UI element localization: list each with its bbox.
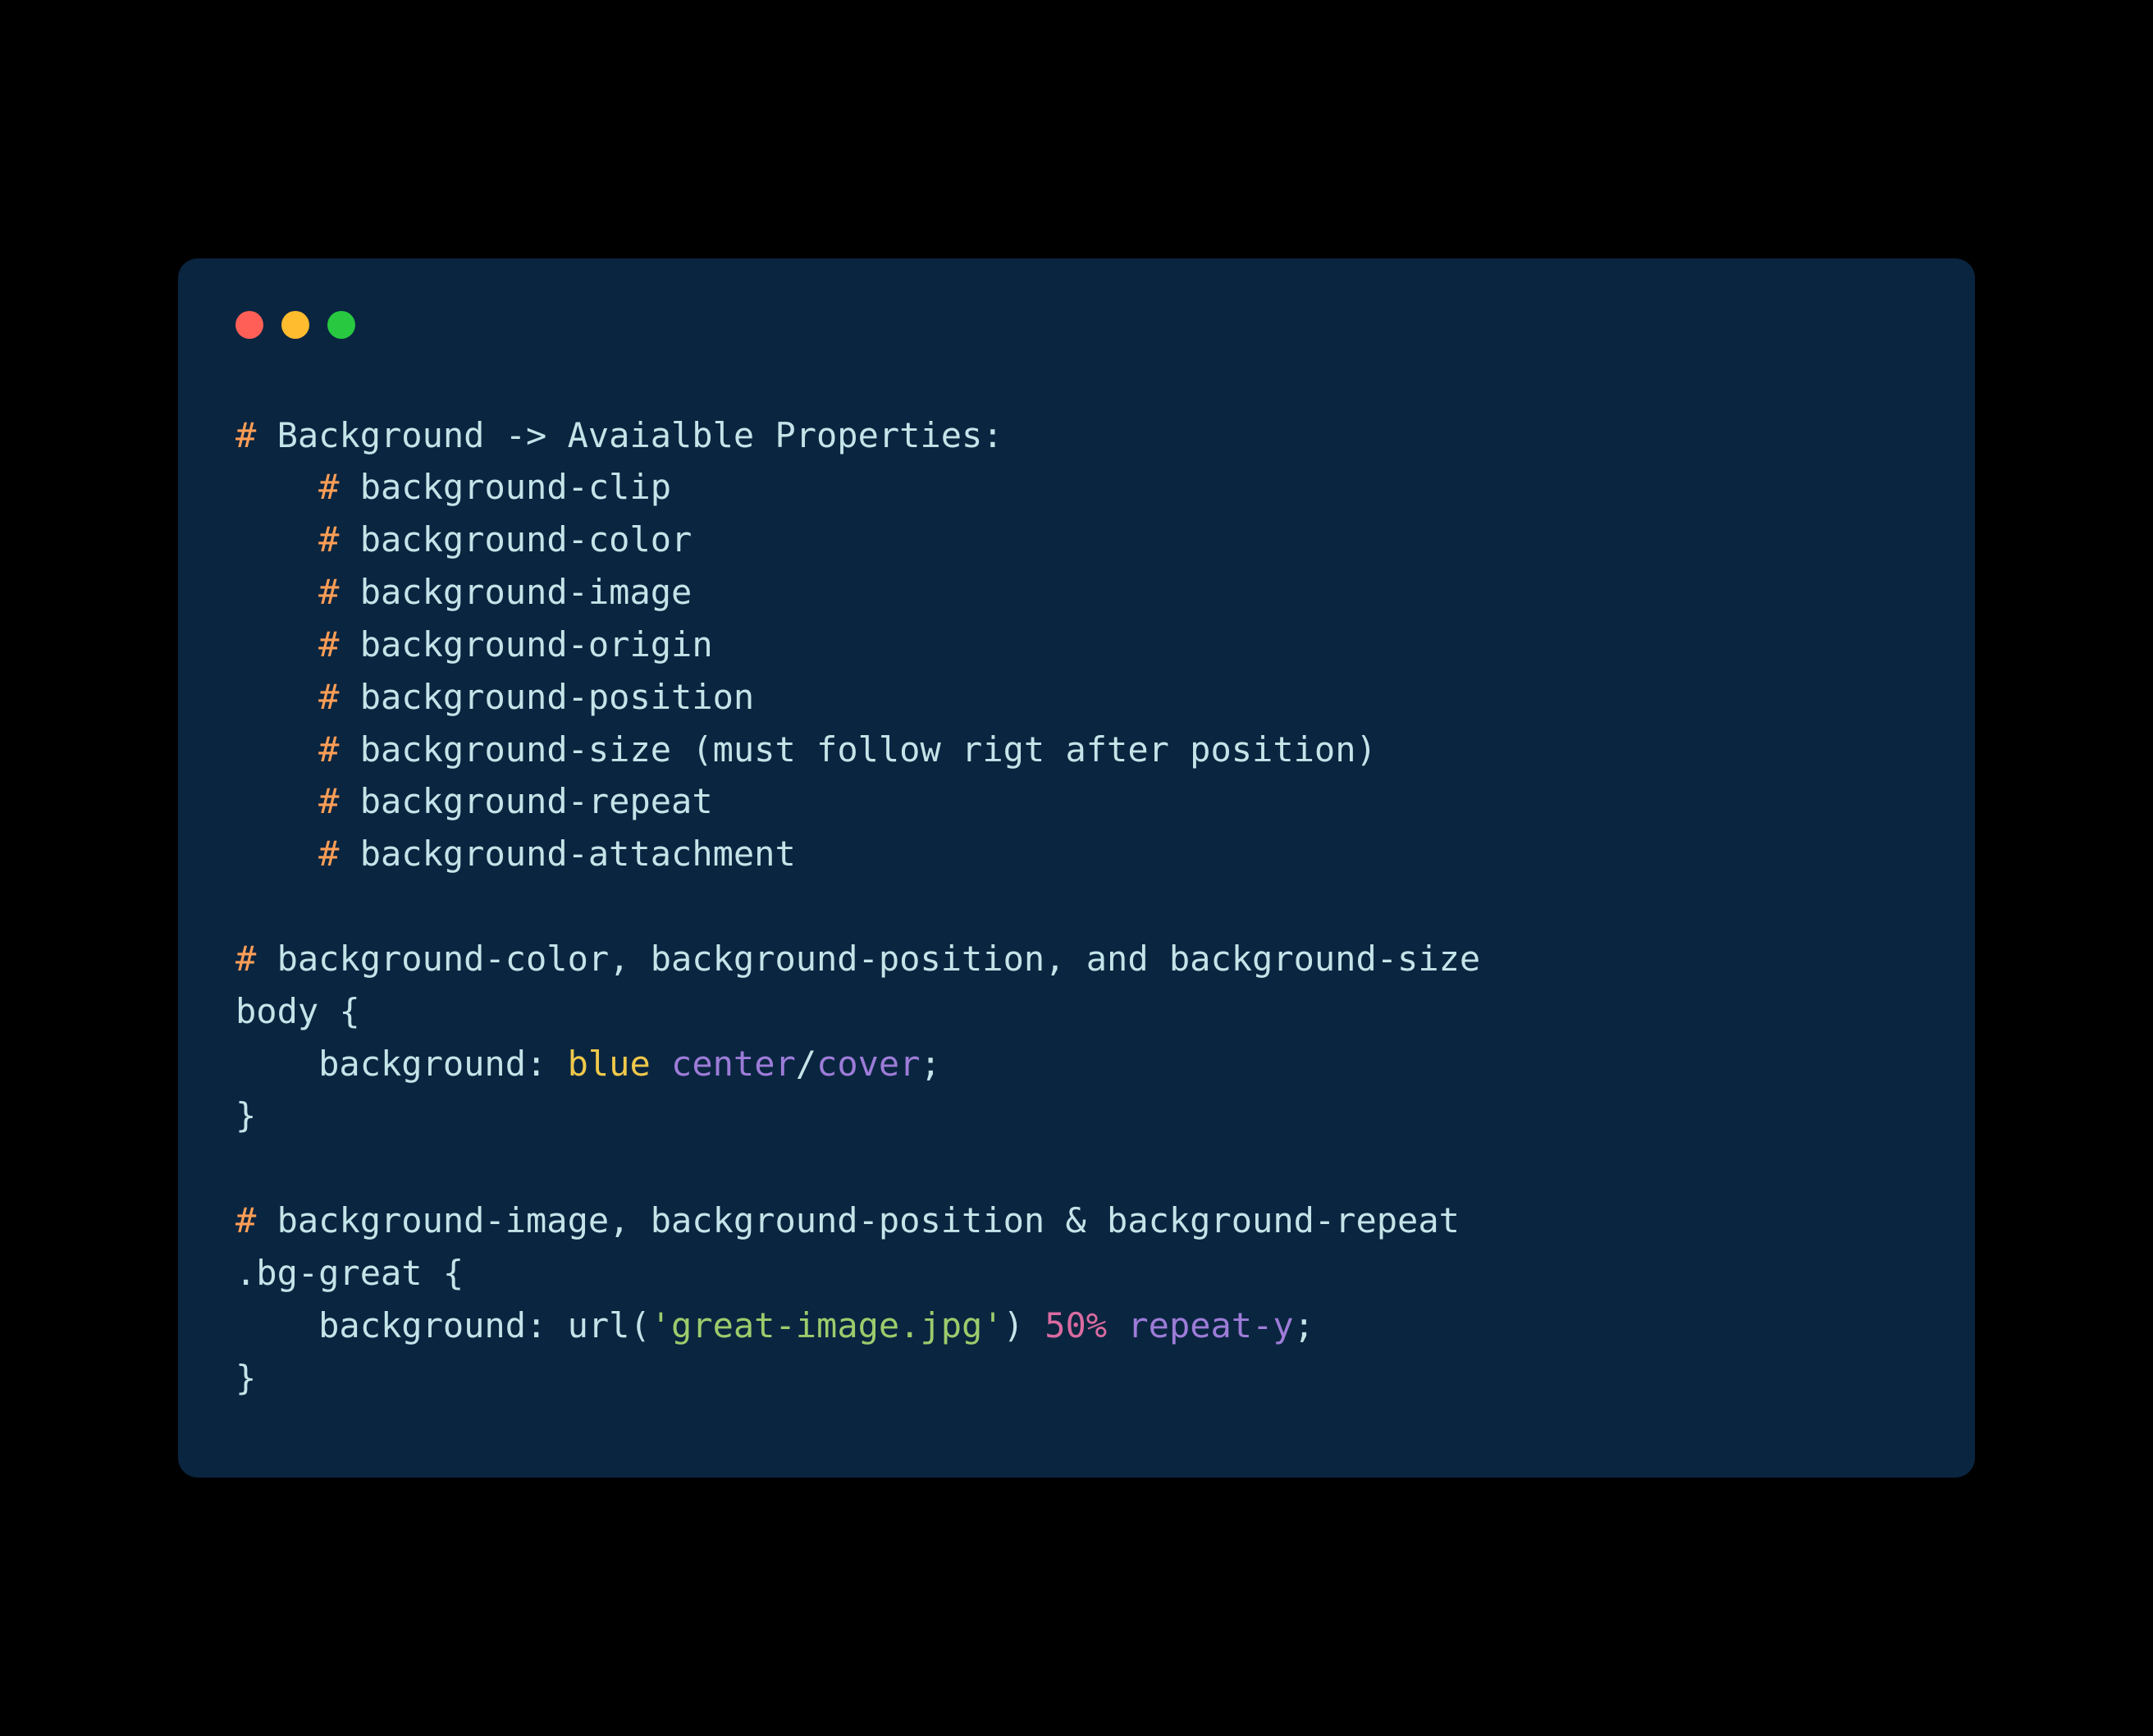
brace-close: } xyxy=(235,1095,256,1135)
function: url xyxy=(568,1305,630,1345)
indent xyxy=(235,834,318,874)
indent xyxy=(235,624,318,665)
comment-text: background-size (must follow rigt after … xyxy=(339,729,1376,770)
slash: / xyxy=(796,1044,816,1084)
value-color: blue xyxy=(568,1044,651,1084)
comment-hash: # xyxy=(318,467,339,507)
code-window: # Background -> Avaialble Properties: # … xyxy=(178,258,1975,1478)
indent xyxy=(235,677,318,717)
comment-hash: # xyxy=(318,781,339,821)
code-block: # Background -> Avaialble Properties: # … xyxy=(235,409,1918,1405)
colon: : xyxy=(526,1044,568,1084)
comment-text: background-color, background-position, a… xyxy=(256,939,1480,979)
indent xyxy=(235,519,318,560)
maximize-icon[interactable] xyxy=(327,311,355,339)
semicolon: ; xyxy=(1294,1305,1314,1345)
indent xyxy=(235,781,318,821)
property: background xyxy=(235,1305,526,1345)
comment-hash: # xyxy=(318,624,339,665)
minimize-icon[interactable] xyxy=(281,311,309,339)
brace-open: { xyxy=(443,1253,464,1293)
comment-hash: # xyxy=(318,729,339,770)
comment-text: Background -> Avaialble Properties: xyxy=(256,415,1003,455)
comment-hash: # xyxy=(318,572,339,612)
close-icon[interactable] xyxy=(235,311,263,339)
string: 'great-image.jpg' xyxy=(651,1305,1003,1345)
comment-text: background-repeat xyxy=(339,781,712,821)
space xyxy=(651,1044,671,1084)
number: 50% xyxy=(1045,1305,1107,1345)
indent xyxy=(235,467,318,507)
comment-text: background-clip xyxy=(339,467,671,507)
space xyxy=(1107,1305,1127,1345)
comment-hash: # xyxy=(235,1200,256,1240)
comment-text: background-color xyxy=(339,519,692,560)
indent xyxy=(235,572,318,612)
value-keyword: center xyxy=(671,1044,796,1084)
paren-open: ( xyxy=(629,1305,650,1345)
comment-hash: # xyxy=(318,677,339,717)
brace-close: } xyxy=(235,1358,256,1398)
comment-hash: # xyxy=(318,834,339,874)
property: background xyxy=(235,1044,526,1084)
semicolon: ; xyxy=(921,1044,941,1084)
paren-close: ) xyxy=(1003,1305,1024,1345)
comment-text: background-position xyxy=(339,677,754,717)
comment-hash: # xyxy=(318,519,339,560)
selector: .bg-great xyxy=(235,1253,443,1293)
comment-hash: # xyxy=(235,415,256,455)
indent xyxy=(235,729,318,770)
value-keyword: cover xyxy=(816,1044,920,1084)
comment-text: background-attachment xyxy=(339,834,795,874)
comment-text: background-image xyxy=(339,572,692,612)
colon: : xyxy=(526,1305,568,1345)
space xyxy=(1024,1305,1045,1345)
comment-hash: # xyxy=(235,939,256,979)
brace-open: { xyxy=(339,991,359,1031)
value-keyword: repeat-y xyxy=(1127,1305,1293,1345)
comment-text: background-origin xyxy=(339,624,712,665)
window-controls xyxy=(235,311,1918,339)
selector: body xyxy=(235,991,339,1031)
comment-text: background-image, background-position & … xyxy=(256,1200,1460,1240)
